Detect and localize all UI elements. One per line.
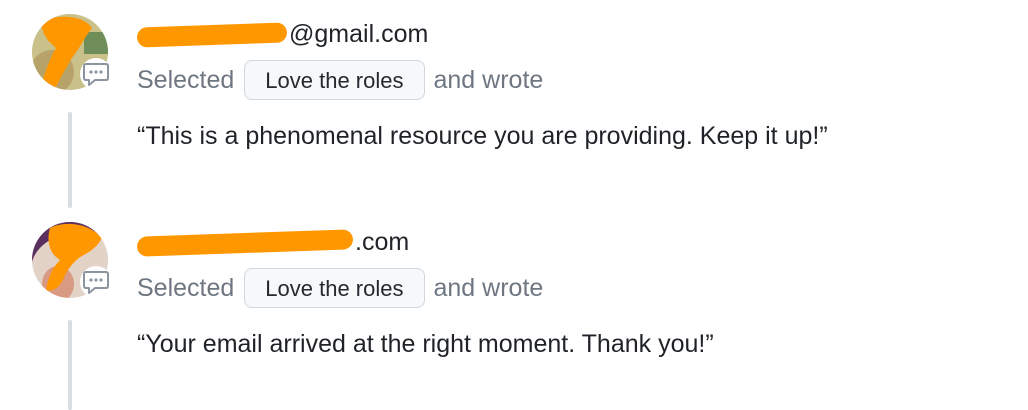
email-domain: @gmail.com — [289, 20, 429, 48]
comment-icon — [80, 266, 112, 298]
feedback-quote: “This is a phenomenal resource you are p… — [137, 122, 828, 150]
email-domain: .com — [355, 228, 410, 256]
respondent-email: @gmail.com — [136, 18, 429, 50]
action-prefix: Selected — [137, 65, 235, 94]
action-suffix: and wrote — [433, 65, 544, 94]
action-line: Selected Love the roles and wrote — [137, 59, 543, 101]
thread-line — [68, 112, 72, 208]
redaction-mark — [136, 22, 288, 49]
action-prefix: Selected — [137, 273, 235, 302]
respondent-email: .com — [136, 226, 410, 258]
comment-icon — [80, 58, 112, 90]
avatar-group — [32, 222, 112, 304]
redaction-mark — [136, 229, 354, 258]
action-suffix: and wrote — [433, 273, 544, 302]
feedback-quote: “Your email arrived at the right moment.… — [137, 330, 714, 358]
thread-line — [68, 320, 72, 410]
action-line: Selected Love the roles and wrote — [137, 267, 543, 309]
choice-pill[interactable]: Love the roles — [244, 268, 425, 308]
avatar-group — [32, 14, 112, 96]
choice-pill[interactable]: Love the roles — [244, 60, 425, 100]
